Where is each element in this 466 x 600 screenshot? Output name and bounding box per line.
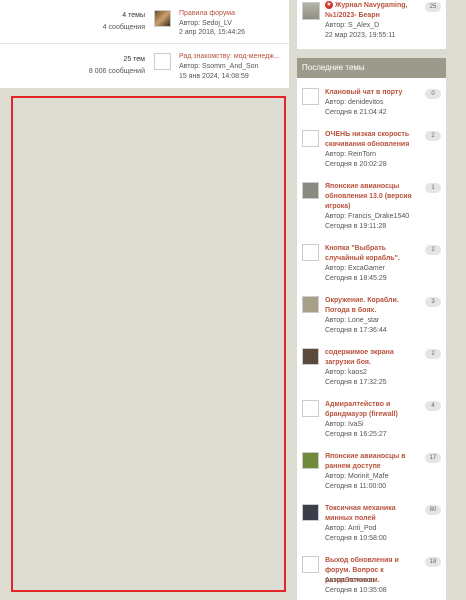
user-avatar-icon[interactable] — [302, 88, 319, 105]
highlighted-empty-region — [11, 96, 286, 592]
featured-topic-date: 22 мар 2023, 19:55:11 — [325, 32, 396, 39]
topic-date: Сегодня в 10:58:00 — [325, 535, 387, 542]
user-avatar-icon[interactable] — [302, 452, 319, 469]
topic-author[interactable]: Автор: Anti_Pod — [325, 525, 376, 532]
featured-topic-author[interactable]: Автор: S_Alex_D — [325, 22, 379, 29]
topic-author[interactable]: Автор: kaos2 — [325, 369, 367, 376]
last-post-date: 15 янв 2024, 14:08:59 — [179, 73, 249, 80]
featured-topic-title-link[interactable]: Журнал Navygaming, — [335, 1, 419, 11]
user-avatar-icon[interactable] — [154, 10, 171, 27]
reply-count-badge: 80 — [425, 505, 441, 515]
topic-author[interactable]: Автор: denidevitos — [325, 99, 383, 106]
reply-count-badge: 2 — [425, 131, 441, 141]
user-avatar-icon[interactable] — [302, 296, 319, 313]
user-avatar-icon[interactable] — [302, 182, 319, 199]
topic-date: Сегодня в 18:45:29 — [325, 275, 387, 282]
topic-title-link[interactable]: Японские авианосцы обновления 13.0 (верс… — [325, 182, 421, 212]
list-item: Адмиралтейство и брандмауэр (firewall) А… — [297, 390, 446, 442]
latest-topics-header: Последние темы — [297, 58, 446, 78]
forum-row: 25 тем 8 006 сообщений Рад знакомству: м… — [0, 44, 289, 88]
reply-count-badge: 18 — [425, 557, 441, 567]
topic-date: Сегодня в 19:11:28 — [325, 223, 387, 230]
reply-count-badge: 17 — [425, 453, 441, 463]
topic-author[interactable]: Автор: Morinit_Mafe — [325, 473, 389, 480]
topic-date: Сегодня в 11:00:00 — [325, 483, 387, 490]
topic-date: Сегодня в 17:36:44 — [325, 327, 387, 334]
topic-count: 25 тем — [123, 56, 145, 63]
topic-count: 4 темы — [122, 12, 145, 19]
topic-title-link[interactable]: Адмиралтейство и брандмауэр (firewall) — [325, 400, 421, 420]
topic-date: Сегодня в 20:02:28 — [325, 161, 387, 168]
reply-count-badge: 4 — [425, 401, 441, 411]
reply-count-badge: 3 — [425, 297, 441, 307]
user-avatar-icon[interactable] — [302, 556, 319, 573]
featured-topic-title-link-line2[interactable]: №1/2023- Беарн — [325, 11, 421, 21]
list-item: Кнопка "Выбрать случайный корабль". Авто… — [297, 234, 446, 286]
topic-thumbnail[interactable] — [302, 2, 320, 20]
user-avatar-icon[interactable] — [302, 400, 319, 417]
user-avatar-icon[interactable] — [302, 130, 319, 147]
last-post-title-link[interactable]: Рад знакомству: мод-менедж... — [179, 53, 285, 60]
featured-topic-card: ★ Журнал Navygaming, №1/2023- Беарн Авто… — [297, 0, 446, 49]
topic-title-link[interactable]: Кнопка "Выбрать случайный корабль". — [325, 244, 421, 264]
post-count: 4 сообщения — [102, 24, 145, 31]
last-post-title-link[interactable]: Правила форума — [179, 10, 285, 17]
topic-title-link[interactable]: Токсичная механика минных полей — [325, 504, 421, 524]
topic-title-link[interactable]: Окружение. Корабли. Погода в боях. — [325, 296, 421, 316]
list-item: Японские авианосцы обновления 13.0 (верс… — [297, 172, 446, 230]
topic-author[interactable]: Автор: IvaSi — [325, 421, 364, 428]
forum-list-column: 4 темы 4 сообщения Правила форума Автор:… — [0, 0, 289, 600]
topic-title-link[interactable]: ОЧЕНЬ низкая скорость скачивания обновле… — [325, 130, 421, 150]
topic-author[interactable]: Автор: Francis_Drake1540 — [325, 213, 409, 220]
last-post-author[interactable]: Автор: Sedoj_LV — [179, 20, 232, 27]
forum-subforum-list: 4 темы 4 сообщения Правила форума Автор:… — [0, 0, 289, 88]
topic-author[interactable]: Автор: Lone_star — [325, 317, 379, 324]
latest-topics-list: Клановый чат в порту Автор: denidevitos … — [297, 78, 446, 600]
post-count: 8 006 сообщений — [88, 68, 145, 75]
topic-title-link[interactable]: Японские авианосцы в раннем доступе — [325, 452, 421, 472]
user-avatar-icon[interactable] — [302, 244, 319, 261]
topic-date: Сегодня в 17:32:25 — [325, 379, 387, 386]
topic-date: Сегодня в 16:25:27 — [325, 431, 387, 438]
list-item: Токсичная механика минных полей Автор: A… — [297, 494, 446, 546]
topic-author[interactable]: Автор: ExcaGamer — [325, 265, 385, 272]
topic-title-link[interactable]: содержимое экрана загрузки боя. — [325, 348, 421, 368]
reply-count-badge: 1 — [425, 183, 441, 193]
list-item: ОЧЕНЬ низкая скорость скачивания обновле… — [297, 120, 446, 172]
user-avatar-icon[interactable] — [302, 348, 319, 365]
topic-date: Сегодня в 10:35:08 — [325, 587, 387, 594]
sidebar: ★ Журнал Navygaming, №1/2023- Беарн Авто… — [297, 0, 446, 600]
reply-count-badge: 2 — [425, 245, 441, 255]
topic-date: Сегодня в 21:04:42 — [325, 109, 387, 116]
user-avatar-icon[interactable] — [154, 53, 171, 70]
list-item: Выход обновления и форум. Вопрос к разра… — [297, 546, 446, 598]
list-item: Японские авианосцы в раннем доступе Авто… — [297, 442, 446, 494]
list-item: Окружение. Корабли. Погода в боях. Автор… — [297, 286, 446, 338]
pinned-mark-icon: ★ — [325, 1, 333, 9]
list-item: содержимое экрана загрузки боя. Автор: k… — [297, 338, 446, 390]
reply-count-badge: 2 — [425, 349, 441, 359]
forum-row: 4 темы 4 сообщения Правила форума Автор:… — [0, 0, 289, 44]
last-post-author[interactable]: Автор: Ssomm_And_Son — [179, 63, 258, 70]
last-post-date: 2 апр 2018, 15:44:26 — [179, 29, 246, 36]
reply-count-badge: 25 — [425, 2, 441, 12]
reply-count-badge: 0 — [425, 89, 441, 99]
topic-author[interactable]: Автор: novozon — [325, 577, 375, 584]
topic-author[interactable]: Автор: ReinTorn — [325, 151, 376, 158]
topic-title-link[interactable]: Клановый чат в порту — [325, 88, 421, 98]
user-avatar-icon[interactable] — [302, 504, 319, 521]
